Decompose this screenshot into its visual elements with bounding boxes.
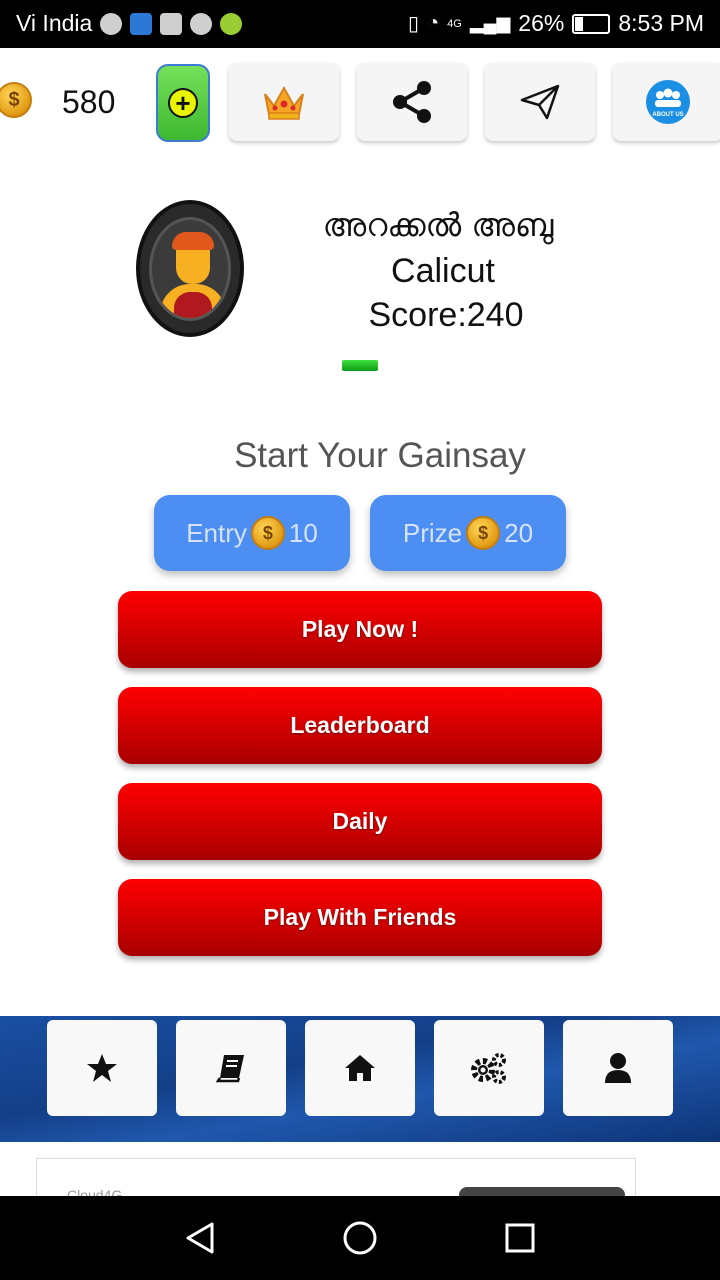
square-recents-icon (505, 1223, 535, 1253)
wifi-icon: ◔ (427, 12, 440, 34)
vibrate-icon: ▯ (408, 13, 420, 35)
back-icon (186, 1222, 214, 1254)
android-icon (220, 12, 243, 35)
status-left: Vi India (16, 10, 243, 37)
signal-icon: ▂▄▆ (469, 13, 511, 33)
home-icon (345, 1055, 375, 1081)
prize-label: Prize (402, 517, 463, 548)
chat-icon (190, 12, 213, 35)
star-icon (87, 1054, 117, 1082)
coin-icon: $ (250, 516, 285, 550)
system-nav-bar (0, 1196, 720, 1280)
about-us-label: ABOUT US (652, 112, 683, 118)
nav-profile-button[interactable] (563, 1020, 673, 1116)
news-icon (160, 12, 183, 35)
share-button[interactable] (357, 63, 467, 141)
back-button[interactable] (180, 1218, 220, 1258)
carrier-label: Vi India (16, 10, 93, 36)
entry-value: 10 (288, 517, 318, 548)
send-icon (520, 84, 560, 120)
bottom-nav (0, 1016, 720, 1142)
play-now-button[interactable]: Play Now ! (118, 591, 602, 668)
user-icon (605, 1053, 631, 1083)
prize-value: 20 (504, 517, 534, 548)
avatar-image (149, 216, 231, 321)
clock: 8:53 PM (618, 10, 704, 36)
leaderboard-button[interactable]: Leaderboard (118, 687, 602, 764)
crown-button[interactable] (229, 63, 339, 141)
nav-settings-button[interactable] (434, 1020, 544, 1116)
play-with-friends-button[interactable]: Play With Friends (118, 879, 602, 956)
shield-icon (130, 12, 153, 35)
home-system-button[interactable] (340, 1218, 380, 1258)
nav-home-button[interactable] (305, 1020, 415, 1116)
coin-count: 580 (62, 84, 116, 120)
status-right: ▯ ◔ 4G ▂▄▆ 26% 8:53 PM (408, 10, 704, 37)
battery-percent: 26% (518, 10, 565, 36)
about-us-button[interactable]: ABOUT US (613, 63, 720, 141)
entry-fee-badge[interactable]: Entry $ 10 (154, 495, 350, 571)
send-button[interactable] (485, 63, 595, 141)
add-coins-icon: + (168, 88, 198, 118)
status-bar: Vi India ▯ ◔ 4G ▂▄▆ 26% 8:53 PM (0, 0, 720, 48)
settings-icon (471, 1053, 506, 1084)
network-type: 4G (447, 17, 462, 30)
nav-book-button[interactable] (176, 1020, 286, 1116)
add-coins-button[interactable]: + (156, 64, 210, 142)
battery-icon (572, 13, 611, 34)
recents-button[interactable] (500, 1218, 540, 1258)
profile-place: Calicut (391, 252, 495, 290)
crown-icon (264, 85, 304, 120)
book-icon (215, 1055, 244, 1083)
nav-favorites-button[interactable] (47, 1020, 157, 1116)
level-progress-bar (342, 360, 378, 371)
coin-icon: $ (0, 82, 32, 118)
prize-badge[interactable]: Prize $ 20 (370, 495, 566, 571)
profile-score: Score:240 (368, 296, 524, 334)
avatar[interactable] (136, 200, 244, 337)
entry-label: Entry (186, 517, 247, 548)
circle-home-icon (343, 1221, 377, 1255)
coin-icon: $ (466, 516, 501, 550)
profile-name: അറക്കൽ അബു (322, 206, 554, 244)
notification-icon (100, 12, 123, 35)
about-us-icon: ABOUT US (646, 80, 690, 124)
gainsay-title: Start Your Gainsay (234, 436, 526, 475)
daily-button[interactable]: Daily (118, 783, 602, 860)
share-icon (393, 81, 431, 123)
